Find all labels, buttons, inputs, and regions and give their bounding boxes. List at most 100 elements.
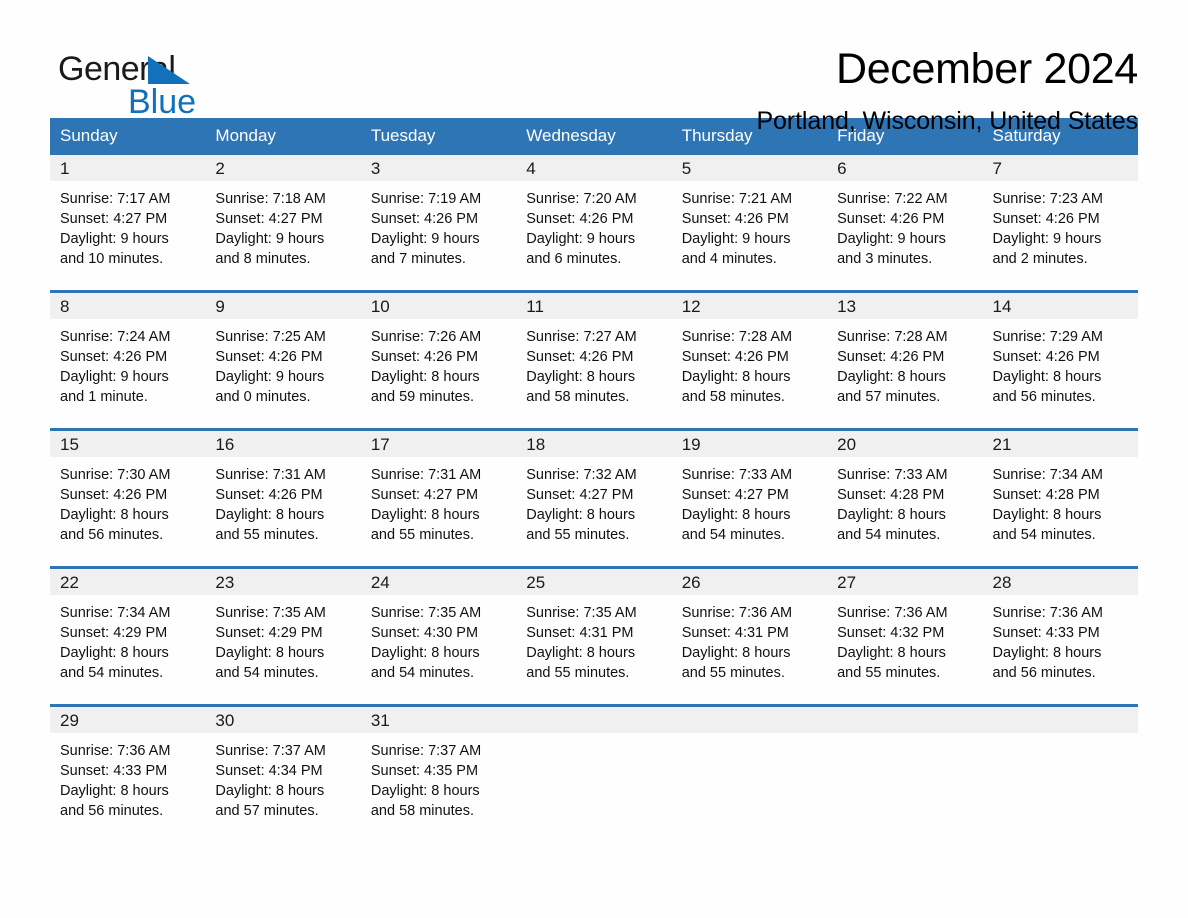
day-sun-info: Sunrise: 7:35 AM Sunset: 4:30 PM Dayligh… xyxy=(370,605,482,682)
page-title: December 2024 xyxy=(835,45,1138,93)
day-cell[interactable]: 3 Sunrise: 7:19 AM Sunset: 4:26 PM Daylig… xyxy=(360,155,517,292)
day-cell-content: 21 Sunrise: 7:34 AM Sunset: 4:28 PM Dayli… xyxy=(982,431,1138,566)
day-cell[interactable]: 18 Sunrise: 7:32 AM Sunset: 4:27 PM Dayli… xyxy=(516,428,672,568)
day-number: 18 xyxy=(516,431,672,457)
day-number: 1 xyxy=(50,155,206,181)
calendar-week-row: 8 Sunrise: 7:24 AM Sunset: 4:26 PM Daylig… xyxy=(50,290,1138,430)
day-cell[interactable]: 6 Sunrise: 7:22 AM Sunset: 4:26 PM Daylig… xyxy=(827,155,983,292)
day-cell-content: 20 Sunrise: 7:33 AM Sunset: 4:28 PM Dayli… xyxy=(827,431,983,566)
day-cell[interactable]: 12 Sunrise: 7:28 AM Sunset: 4:26 PM Dayli… xyxy=(671,290,828,430)
day-cell[interactable]: 22 Sunrise: 7:34 AM Sunset: 4:29 PM Dayli… xyxy=(50,566,206,706)
day-cell-content: 25 Sunrise: 7:35 AM Sunset: 4:31 PM Dayli… xyxy=(516,569,672,704)
page-header: General Blue December 2024 Portland, Wis… xyxy=(50,0,1138,135)
calendar-page: General Blue December 2024 Portland, Wis… xyxy=(0,0,1188,918)
day-sun-info: Sunrise: 7:31 AM Sunset: 4:27 PM Dayligh… xyxy=(370,467,482,544)
day-cell[interactable]: 11 Sunrise: 7:27 AM Sunset: 4:26 PM Dayli… xyxy=(516,290,672,430)
day-cell-content: 29 Sunrise: 7:36 AM Sunset: 4:33 PM Dayli… xyxy=(50,707,206,842)
day-sun-info: Sunrise: 7:21 AM Sunset: 4:26 PM Dayligh… xyxy=(681,191,793,268)
day-cell[interactable]: 14 Sunrise: 7:29 AM Sunset: 4:26 PM Dayli… xyxy=(982,290,1138,430)
day-sun-info: Sunrise: 7:27 AM Sunset: 4:26 PM Dayligh… xyxy=(526,329,637,406)
day-sun-info: Sunrise: 7:36 AM Sunset: 4:31 PM Dayligh… xyxy=(681,605,793,682)
day-cell[interactable]: 1 Sunrise: 7:17 AM Sunset: 4:27 PM Daylig… xyxy=(50,155,206,292)
day-sun-info: Sunrise: 7:32 AM Sunset: 4:27 PM Dayligh… xyxy=(526,467,637,544)
day-cell-content: 4 Sunrise: 7:20 AM Sunset: 4:26 PM Daylig… xyxy=(516,155,672,290)
day-cell-content: 19 Sunrise: 7:33 AM Sunset: 4:27 PM Dayli… xyxy=(671,431,828,566)
day-sun-info: Sunrise: 7:22 AM Sunset: 4:26 PM Dayligh… xyxy=(837,191,948,268)
day-cell[interactable]: 25 Sunrise: 7:35 AM Sunset: 4:31 PM Dayli… xyxy=(516,566,672,706)
day-cell[interactable]: 2 Sunrise: 7:18 AM Sunset: 4:27 PM Daylig… xyxy=(205,155,361,292)
day-sun-info: Sunrise: 7:37 AM Sunset: 4:34 PM Dayligh… xyxy=(215,743,326,820)
day-cell[interactable]: 15 Sunrise: 7:30 AM Sunset: 4:26 PM Dayli… xyxy=(50,428,206,568)
day-number: 4 xyxy=(516,155,672,181)
day-number xyxy=(671,707,828,733)
day-number: 16 xyxy=(205,431,361,457)
day-cell-content xyxy=(516,707,672,842)
day-cell[interactable]: 30 Sunrise: 7:37 AM Sunset: 4:34 PM Dayli… xyxy=(205,704,361,842)
day-cell[interactable]: 26 Sunrise: 7:36 AM Sunset: 4:31 PM Dayli… xyxy=(671,566,828,706)
day-cell[interactable]: 13 Sunrise: 7:28 AM Sunset: 4:26 PM Dayli… xyxy=(827,290,983,430)
day-number: 15 xyxy=(50,431,206,457)
day-cell[interactable]: 9 Sunrise: 7:25 AM Sunset: 4:26 PM Daylig… xyxy=(205,290,361,430)
day-cell-content: 26 Sunrise: 7:36 AM Sunset: 4:31 PM Dayli… xyxy=(671,569,828,704)
day-number: 13 xyxy=(827,293,983,319)
day-cell[interactable]: 8 Sunrise: 7:24 AM Sunset: 4:26 PM Daylig… xyxy=(50,290,206,430)
title-block: December 2024 Portland, Wisconsin, Unite… xyxy=(756,45,1138,136)
logo-text-blue: Blue xyxy=(128,83,197,121)
day-cell[interactable]: 21 Sunrise: 7:34 AM Sunset: 4:28 PM Dayli… xyxy=(982,428,1138,568)
day-sun-info: Sunrise: 7:23 AM Sunset: 4:26 PM Dayligh… xyxy=(992,191,1103,268)
day-number: 25 xyxy=(516,569,672,595)
calendar-week-row: 29 Sunrise: 7:36 AM Sunset: 4:33 PM Dayli… xyxy=(50,704,1138,842)
day-cell[interactable]: 16 Sunrise: 7:31 AM Sunset: 4:26 PM Dayli… xyxy=(205,428,361,568)
day-sun-info: Sunrise: 7:33 AM Sunset: 4:28 PM Dayligh… xyxy=(837,467,948,544)
day-sun-info: Sunrise: 7:30 AM Sunset: 4:26 PM Dayligh… xyxy=(60,467,171,544)
day-sun-info: Sunrise: 7:34 AM Sunset: 4:28 PM Dayligh… xyxy=(992,467,1103,544)
day-sun-info: Sunrise: 7:36 AM Sunset: 4:33 PM Dayligh… xyxy=(60,743,171,820)
day-cell-content: 3 Sunrise: 7:19 AM Sunset: 4:26 PM Daylig… xyxy=(360,155,517,290)
day-cell-content: 16 Sunrise: 7:31 AM Sunset: 4:26 PM Dayli… xyxy=(205,431,361,566)
day-cell-content: 1 Sunrise: 7:17 AM Sunset: 4:27 PM Daylig… xyxy=(50,155,206,290)
day-sun-info: Sunrise: 7:36 AM Sunset: 4:32 PM Dayligh… xyxy=(837,605,948,682)
day-cell-content: 27 Sunrise: 7:36 AM Sunset: 4:32 PM Dayli… xyxy=(827,569,983,704)
day-sun-info: Sunrise: 7:29 AM Sunset: 4:26 PM Dayligh… xyxy=(992,329,1103,406)
day-sun-info: Sunrise: 7:31 AM Sunset: 4:26 PM Dayligh… xyxy=(215,467,326,544)
day-number: 29 xyxy=(50,707,206,733)
day-cell-content: 12 Sunrise: 7:28 AM Sunset: 4:26 PM Dayli… xyxy=(671,293,828,428)
day-cell[interactable]: 28 Sunrise: 7:36 AM Sunset: 4:33 PM Dayli… xyxy=(982,566,1138,706)
weekday-header-sunday: Sunday xyxy=(50,118,206,155)
day-number: 27 xyxy=(827,569,983,595)
day-number: 10 xyxy=(360,293,517,319)
day-cell[interactable]: 10 Sunrise: 7:26 AM Sunset: 4:26 PM Dayli… xyxy=(360,290,517,430)
day-cell-content: 2 Sunrise: 7:18 AM Sunset: 4:27 PM Daylig… xyxy=(205,155,361,290)
day-cell-empty xyxy=(671,704,828,842)
day-cell[interactable]: 4 Sunrise: 7:20 AM Sunset: 4:26 PM Daylig… xyxy=(516,155,672,292)
day-cell[interactable]: 24 Sunrise: 7:35 AM Sunset: 4:30 PM Dayli… xyxy=(360,566,517,706)
day-cell[interactable]: 31 Sunrise: 7:37 AM Sunset: 4:35 PM Dayli… xyxy=(360,704,517,842)
day-cell[interactable]: 20 Sunrise: 7:33 AM Sunset: 4:28 PM Dayli… xyxy=(827,428,983,568)
day-number: 19 xyxy=(671,431,828,457)
weekday-header-tuesday: Tuesday xyxy=(360,118,517,155)
day-cell[interactable]: 23 Sunrise: 7:35 AM Sunset: 4:29 PM Dayli… xyxy=(205,566,361,706)
day-cell-content: 5 Sunrise: 7:21 AM Sunset: 4:26 PM Daylig… xyxy=(671,155,828,290)
day-sun-info: Sunrise: 7:37 AM Sunset: 4:35 PM Dayligh… xyxy=(370,743,482,820)
day-cell-content: 22 Sunrise: 7:34 AM Sunset: 4:29 PM Dayli… xyxy=(50,569,206,704)
day-cell[interactable]: 7 Sunrise: 7:23 AM Sunset: 4:26 PM Daylig… xyxy=(982,155,1138,292)
day-cell-content: 23 Sunrise: 7:35 AM Sunset: 4:29 PM Dayli… xyxy=(205,569,361,704)
day-cell-content: 28 Sunrise: 7:36 AM Sunset: 4:33 PM Dayli… xyxy=(982,569,1138,704)
day-number: 31 xyxy=(360,707,517,733)
day-number: 3 xyxy=(360,155,517,181)
day-number xyxy=(982,707,1138,733)
day-sun-info: Sunrise: 7:19 AM Sunset: 4:26 PM Dayligh… xyxy=(370,191,482,268)
day-cell-content: 14 Sunrise: 7:29 AM Sunset: 4:26 PM Dayli… xyxy=(982,293,1138,428)
day-cell[interactable]: 5 Sunrise: 7:21 AM Sunset: 4:26 PM Daylig… xyxy=(671,155,828,292)
day-cell[interactable]: 27 Sunrise: 7:36 AM Sunset: 4:32 PM Dayli… xyxy=(827,566,983,706)
day-sun-info: Sunrise: 7:24 AM Sunset: 4:26 PM Dayligh… xyxy=(60,329,171,406)
day-number: 7 xyxy=(982,155,1138,181)
day-cell[interactable]: 29 Sunrise: 7:36 AM Sunset: 4:33 PM Dayli… xyxy=(50,704,206,842)
day-number xyxy=(827,707,983,733)
general-blue-logo[interactable]: General Blue xyxy=(50,45,250,119)
day-number: 22 xyxy=(50,569,206,595)
day-cell[interactable]: 19 Sunrise: 7:33 AM Sunset: 4:27 PM Dayli… xyxy=(671,428,828,568)
day-number: 23 xyxy=(205,569,361,595)
day-cell-empty xyxy=(827,704,983,842)
day-cell[interactable]: 17 Sunrise: 7:31 AM Sunset: 4:27 PM Dayli… xyxy=(360,428,517,568)
